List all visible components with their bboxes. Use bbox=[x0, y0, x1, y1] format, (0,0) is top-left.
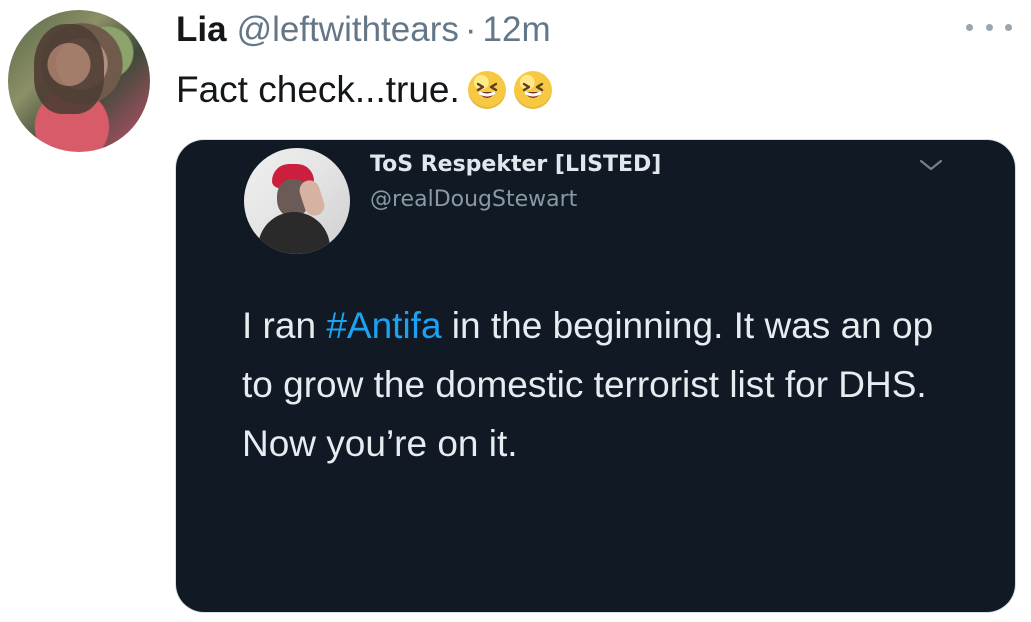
quoted-author-avatar[interactable] bbox=[244, 148, 350, 254]
grinning-squinting-face-icon bbox=[467, 71, 506, 109]
quoted-author-handle[interactable]: @realDougStewart bbox=[370, 186, 577, 214]
grinning-squinting-face-icon bbox=[513, 71, 552, 109]
more-dot-icon bbox=[985, 23, 993, 31]
quoted-author-name[interactable]: ToS Respekter [LISTED] bbox=[370, 151, 661, 179]
chevron-down-icon[interactable] bbox=[918, 156, 944, 174]
more-dot-icon bbox=[966, 23, 973, 31]
quoted-text-prefix: I ran bbox=[242, 305, 327, 346]
quoted-tweet-card[interactable]: ToS Respekter [LISTED] @realDougStewart … bbox=[176, 140, 1015, 612]
author-name[interactable]: Lia bbox=[176, 8, 227, 52]
author-avatar[interactable] bbox=[8, 10, 150, 152]
shirt-icon bbox=[258, 212, 330, 254]
tweet-text: Fact check...true. bbox=[176, 67, 552, 113]
tweet-time[interactable]: 12m bbox=[483, 8, 551, 52]
tweet-header: Lia @leftwithtears · 12m bbox=[176, 8, 551, 52]
more-dot-icon bbox=[1005, 23, 1012, 31]
separator-dot: · bbox=[464, 10, 477, 49]
tweet-body: Fact check...true. bbox=[176, 69, 460, 110]
quoted-tweet-text: I ran #Antifa in the beginning. It was a… bbox=[242, 296, 972, 473]
more-options-icon[interactable] bbox=[966, 18, 1012, 36]
author-handle[interactable]: @leftwithtears bbox=[237, 8, 459, 52]
hashtag-link[interactable]: #Antifa bbox=[326, 305, 441, 346]
